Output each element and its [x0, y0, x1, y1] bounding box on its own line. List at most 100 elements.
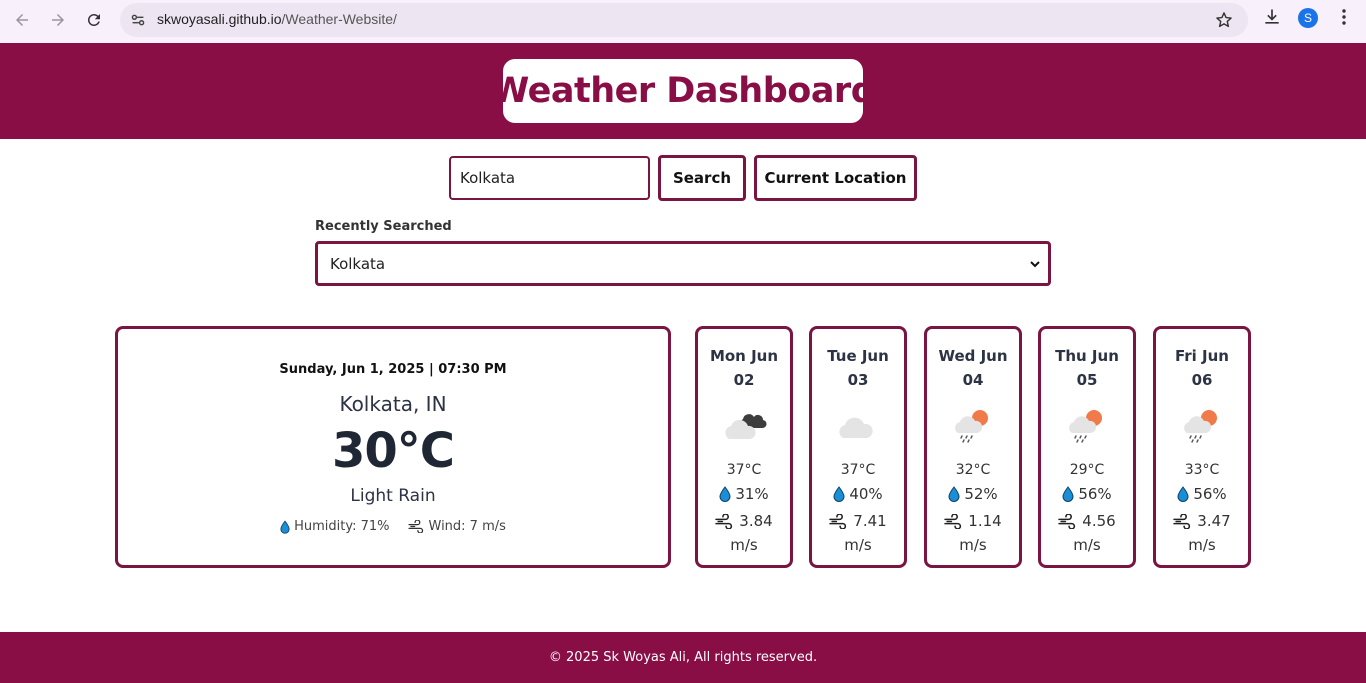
forecast-day: Tue Jun: [827, 347, 889, 365]
wind-icon: [944, 513, 963, 529]
forecast-wind-value: 7.41: [853, 512, 887, 530]
droplet-icon: [1177, 486, 1189, 502]
reload-button[interactable]: [76, 2, 112, 38]
current-temperature: 30°C: [331, 423, 455, 479]
forecast-date: Mon Jun 02: [698, 344, 790, 392]
forecast-day-number: 03: [847, 371, 869, 389]
site-header: Weather Dashboard: [0, 43, 1366, 139]
sun-rain-icon: [950, 405, 996, 445]
forecast-temperature: 37°C: [840, 462, 876, 478]
forecast-humidity-value: 52%: [964, 485, 998, 503]
forecast-day: Wed Jun: [938, 347, 1008, 365]
droplet-icon: [719, 486, 731, 502]
more-vert-icon[interactable]: [1334, 7, 1354, 31]
chevron-down-icon: [1030, 261, 1040, 268]
sun-rain-icon: [1064, 405, 1110, 445]
forecast-temperature: 37°C: [726, 462, 762, 478]
forecast-day-number: 05: [1076, 371, 1098, 389]
forecast-wind-line: 3.47: [1156, 509, 1248, 533]
address-bar[interactable]: skwoyasali.github.io/Weather-Website/: [120, 3, 1248, 37]
forecast-humidity: 31%: [698, 485, 790, 503]
forward-button[interactable]: [40, 2, 76, 38]
city-search-input[interactable]: [449, 156, 650, 200]
forecast-humidity: 40%: [812, 485, 904, 503]
forecast-wind-unit: m/s: [1073, 536, 1101, 554]
forecast-temperature: 33°C: [1184, 462, 1220, 478]
forecast-humidity: 52%: [927, 485, 1019, 503]
forecast-day: Fri Jun: [1175, 347, 1229, 365]
forecast-date: Fri Jun 06: [1156, 344, 1248, 392]
wind-icon: [1058, 513, 1077, 529]
forecast-wind-value: 4.56: [1082, 512, 1116, 530]
forecast-wind-unit: m/s: [1188, 536, 1216, 554]
droplet-icon: [280, 519, 290, 534]
droplet-icon: [833, 486, 845, 502]
forecast-wind: 1.14 m/s: [927, 509, 1019, 557]
wind-item: Wind: 7 m/s: [407, 519, 506, 534]
forecast-wind: 3.84 m/s: [698, 509, 790, 557]
current-details: Humidity: 71% Wind: 7 m/s: [118, 519, 668, 534]
download-icon[interactable]: [1262, 7, 1282, 31]
forecast-wind: 7.41 m/s: [812, 509, 904, 557]
forecast-card: Mon Jun 02 37°C 31% 3.84 m/s: [695, 326, 793, 568]
forward-arrow-icon: [52, 14, 64, 26]
forecast-day: Mon Jun: [709, 347, 779, 365]
forecast-day-number: 06: [1191, 371, 1213, 389]
profile-avatar[interactable]: S: [1298, 8, 1318, 28]
current-date: Sunday, Jun 1, 2025 | 07:30 PM: [279, 362, 507, 377]
cloud-icon: [835, 405, 881, 445]
site-footer: © 2025 Sk Woyas Ali, All rights reserved…: [0, 632, 1366, 683]
forecast-date: Thu Jun 05: [1041, 344, 1133, 392]
recently-searched-label: Recently Searched: [315, 219, 452, 234]
current-location-button[interactable]: Current Location: [754, 155, 917, 201]
forecast-wind-unit: m/s: [959, 536, 987, 554]
forecast-card: Thu Jun 05 29°C 56% 4.56 m/s: [1038, 326, 1136, 568]
forecast-day-number: 02: [733, 371, 755, 389]
site-settings-icon[interactable]: [128, 10, 148, 30]
wind-icon: [1173, 513, 1192, 529]
search-button[interactable]: Search: [658, 155, 746, 201]
forecast-wind: 4.56 m/s: [1041, 509, 1133, 557]
forecast-day: Thu Jun: [1055, 347, 1119, 365]
forecast-wind-line: 3.84: [698, 509, 790, 533]
broken-clouds-icon: [721, 405, 767, 445]
current-wind: Wind: 7 m/s: [428, 519, 506, 534]
forecast-wind-line: 7.41: [812, 509, 904, 533]
recently-searched-select[interactable]: Kolkata: [315, 241, 1051, 286]
forecast-card: Wed Jun 04 32°C 52% 1.14 m/s: [924, 326, 1022, 568]
forecast-card: Fri Jun 06 33°C 56% 3.47 m/s: [1153, 326, 1251, 568]
page-title: Weather Dashboard: [490, 71, 876, 111]
forecast-temperature: 29°C: [1069, 462, 1105, 478]
forecast-wind-value: 1.14: [968, 512, 1002, 530]
copyright-text: © 2025 Sk Woyas Ali, All rights reserved…: [548, 650, 818, 665]
forecast-humidity-value: 56%: [1193, 485, 1227, 503]
url-path: /Weather-Website/: [281, 11, 397, 27]
url-text: skwoyasali.github.io/Weather-Website/: [157, 11, 397, 27]
forecast-card: Tue Jun 03 37°C 40% 7.41 m/s: [809, 326, 907, 568]
forecast-wind-value: 3.84: [739, 512, 773, 530]
forecast-humidity-value: 31%: [735, 485, 769, 503]
back-arrow-icon: [16, 14, 28, 26]
wind-icon: [407, 520, 425, 533]
wind-icon: [715, 513, 734, 529]
forecast-date: Tue Jun 03: [812, 344, 904, 392]
forecast-wind: 3.47 m/s: [1156, 509, 1248, 557]
back-button[interactable]: [4, 2, 40, 38]
current-city: Kolkata, IN: [339, 392, 447, 416]
forecast-day-number: 04: [962, 371, 984, 389]
current-weather-card: Sunday, Jun 1, 2025 | 07:30 PM Kolkata, …: [115, 326, 671, 568]
title-box: Weather Dashboard: [491, 59, 876, 123]
forecast-wind-value: 3.47: [1197, 512, 1231, 530]
forecast-humidity: 56%: [1156, 485, 1248, 503]
sun-rain-icon: [1179, 405, 1225, 445]
forecast-wind-line: 4.56: [1041, 509, 1133, 533]
forecast-humidity: 56%: [1041, 485, 1133, 503]
forecast-temperature: 32°C: [955, 462, 991, 478]
forecast-humidity-value: 40%: [849, 485, 883, 503]
droplet-icon: [948, 486, 960, 502]
browser-toolbar: skwoyasali.github.io/Weather-Website/ S: [0, 0, 1366, 43]
current-condition: Light Rain: [350, 486, 436, 506]
bookmark-star-icon[interactable]: [1214, 10, 1234, 30]
forecast-wind-line: 1.14: [927, 509, 1019, 533]
recent-selected-value: Kolkata: [330, 254, 386, 273]
